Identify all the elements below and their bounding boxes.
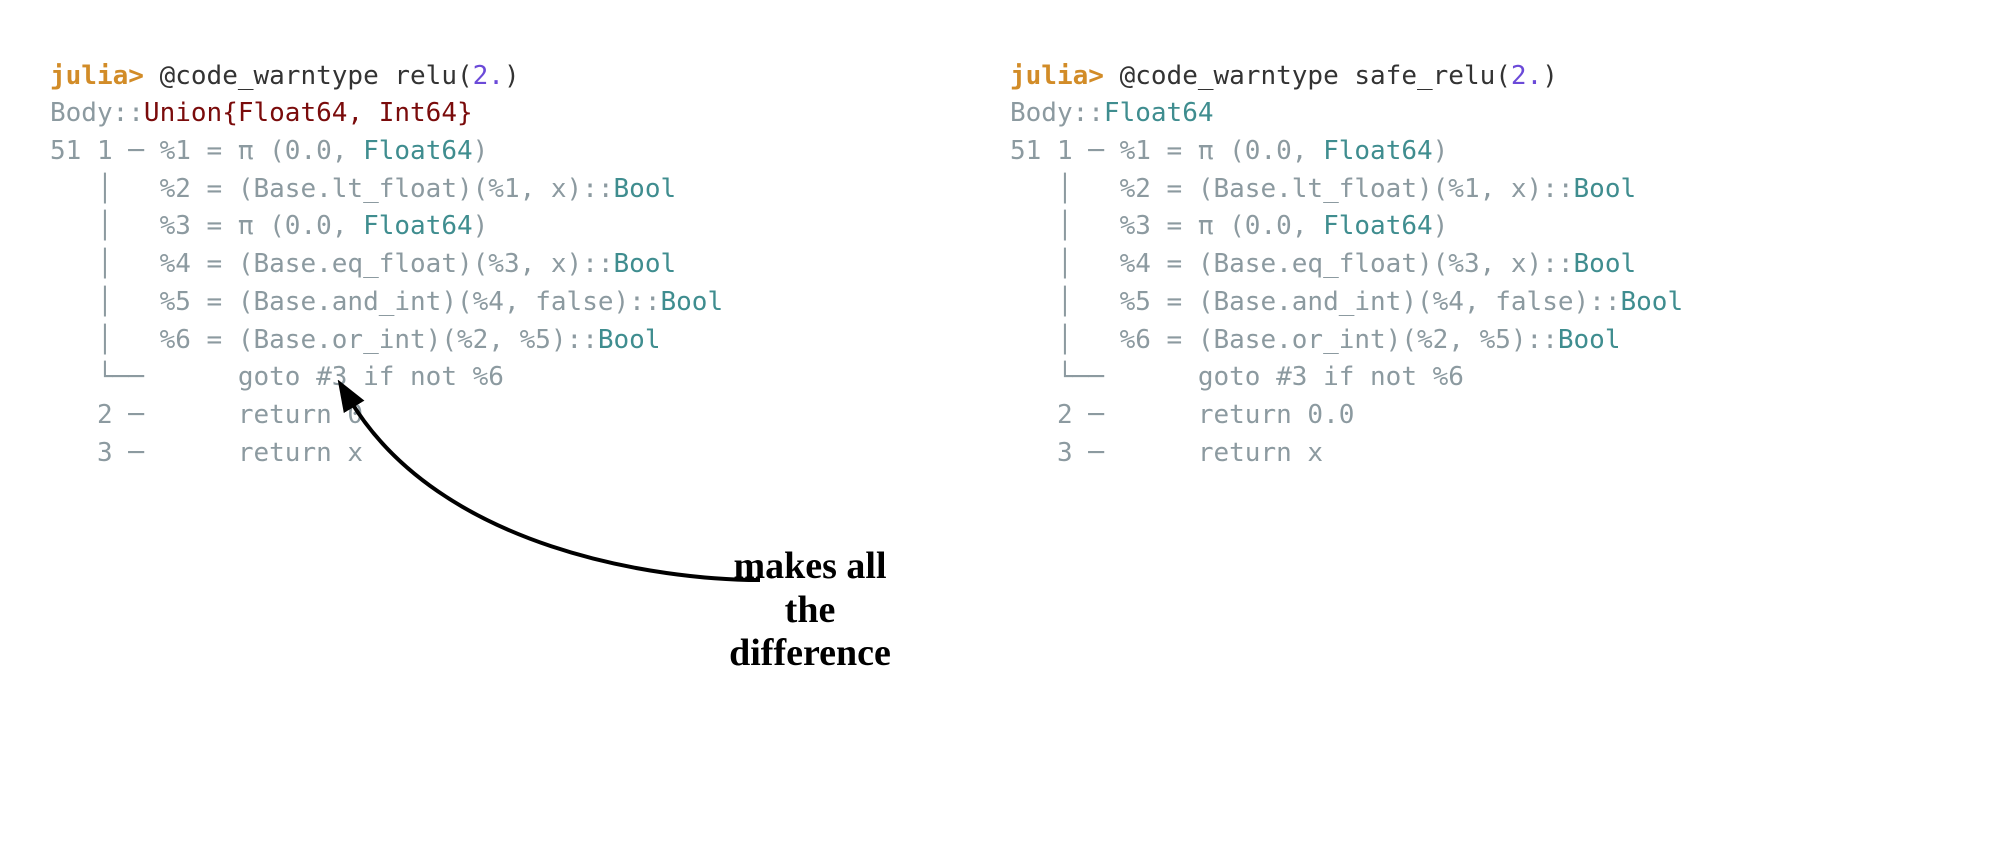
ir-text: ) [1433, 136, 1449, 166]
close-paren: ) [504, 61, 520, 91]
ir-text: ) [473, 211, 489, 241]
ir-text: │ %6 = (Base.or_int)(%2, %5):: [1010, 325, 1558, 355]
ir-text: 51 1 ─ %1 = π (0.0, [50, 136, 363, 166]
ir-text: │ %4 = (Base.eq_float)(%3, x):: [50, 249, 614, 279]
ir-text: ) [473, 136, 489, 166]
code-line: └── goto #3 if not %6 [1010, 362, 1464, 392]
ir-text: 51 1 ─ %1 = π (0.0, [1010, 136, 1323, 166]
ir-type: Bool [1558, 325, 1621, 355]
code-line: 3 ─ return x [50, 438, 363, 468]
annotation-line: the [610, 589, 1010, 633]
body-type-stable: Float64 [1104, 98, 1214, 128]
code-line: 2 ─ return 0.0 [1010, 400, 1354, 430]
ir-text: │ %3 = π (0.0, [1010, 211, 1323, 241]
code-line: │ %3 = π (0.0, Float64) [50, 211, 488, 241]
body-label: Body:: [50, 98, 144, 128]
left-code-block: julia> @code_warntype relu(2.) Body::Uni… [50, 20, 950, 510]
ir-type: Bool [1574, 249, 1637, 279]
code-line: Body::Float64 [1010, 98, 1214, 128]
argument-number: 2. [473, 61, 504, 91]
code-line: │ %3 = π (0.0, Float64) [1010, 211, 1448, 241]
ir-text: ) [1433, 211, 1449, 241]
page: julia> @code_warntype relu(2.) Body::Uni… [0, 0, 1999, 854]
code-line: julia> @code_warntype relu(2.) [50, 61, 520, 91]
code-line: │ %2 = (Base.lt_float)(%1, x)::Bool [50, 174, 676, 204]
right-code-block: julia> @code_warntype safe_relu(2.) Body… [1010, 20, 1910, 510]
ir-text: │ %2 = (Base.lt_float)(%1, x):: [1010, 174, 1574, 204]
code-line: │ %4 = (Base.eq_float)(%3, x)::Bool [50, 249, 676, 279]
open-paren: ( [1495, 61, 1511, 91]
open-paren: ( [457, 61, 473, 91]
macro-call: @code_warntype [144, 61, 394, 91]
function-name: relu [394, 61, 457, 91]
code-line: │ %5 = (Base.and_int)(%4, false)::Bool [50, 287, 723, 317]
ir-text: │ %5 = (Base.and_int)(%4, false):: [50, 287, 660, 317]
code-line: julia> @code_warntype safe_relu(2.) [1010, 61, 1558, 91]
annotation-label: makes all the difference [610, 545, 1010, 676]
code-line: 3 ─ return x [1010, 438, 1323, 468]
ir-text: │ %2 = (Base.lt_float)(%1, x):: [50, 174, 614, 204]
argument-number: 2. [1511, 61, 1542, 91]
ir-type: Bool [660, 287, 723, 317]
code-line: │ %6 = (Base.or_int)(%2, %5)::Bool [1010, 325, 1621, 355]
code-line: 51 1 ─ %1 = π (0.0, Float64) [50, 136, 488, 166]
ir-type: Float64 [1323, 211, 1433, 241]
ir-text: │ %6 = (Base.or_int)(%2, %5):: [50, 325, 598, 355]
ir-type: Float64 [363, 136, 473, 166]
annotation-line: difference [610, 632, 1010, 676]
ir-type: Float64 [1323, 136, 1433, 166]
code-line: 51 1 ─ %1 = π (0.0, Float64) [1010, 136, 1448, 166]
ir-type: Bool [614, 249, 677, 279]
repl-prompt: julia> [1010, 61, 1104, 91]
code-line-return-unstable: 2 ─ return 0 [50, 400, 363, 430]
close-paren: ) [1542, 61, 1558, 91]
columns-container: julia> @code_warntype relu(2.) Body::Uni… [50, 20, 1949, 510]
repl-prompt: julia> [50, 61, 144, 91]
body-type-unstable: Union{Float64, Int64} [144, 98, 473, 128]
ir-type: Bool [1574, 174, 1637, 204]
annotation-line: makes all [610, 545, 1010, 589]
code-line: │ %5 = (Base.and_int)(%4, false)::Bool [1010, 287, 1683, 317]
ir-text: │ %5 = (Base.and_int)(%4, false):: [1010, 287, 1620, 317]
ir-type: Bool [1620, 287, 1683, 317]
ir-type: Float64 [363, 211, 473, 241]
code-line: │ %4 = (Base.eq_float)(%3, x)::Bool [1010, 249, 1636, 279]
code-line: └── goto #3 if not %6 [50, 362, 504, 392]
function-name: safe_relu [1354, 61, 1495, 91]
code-line: Body::Union{Float64, Int64} [50, 98, 473, 128]
macro-call: @code_warntype [1104, 61, 1354, 91]
body-label: Body:: [1010, 98, 1104, 128]
ir-text: │ %4 = (Base.eq_float)(%3, x):: [1010, 249, 1574, 279]
code-line: │ %6 = (Base.or_int)(%2, %5)::Bool [50, 325, 661, 355]
ir-type: Bool [598, 325, 661, 355]
code-line: │ %2 = (Base.lt_float)(%1, x)::Bool [1010, 174, 1636, 204]
ir-text: │ %3 = π (0.0, [50, 211, 363, 241]
ir-type: Bool [614, 174, 677, 204]
